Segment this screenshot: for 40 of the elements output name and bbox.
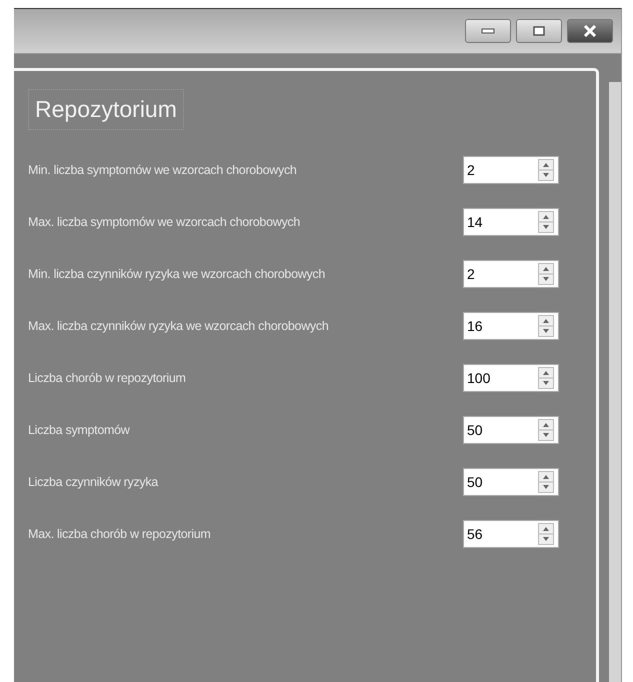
spin-arrows-icon[interactable] <box>538 367 554 389</box>
number-spinner[interactable]: 56 <box>463 520 559 548</box>
number-spinner[interactable]: 50 <box>463 416 559 444</box>
field-label: Liczba czynników ryzyka <box>28 475 160 489</box>
spin-arrows-icon[interactable] <box>538 211 554 233</box>
field-label: Max. liczba czynników ryzyka we wzorcach chorobowych <box>28 319 330 333</box>
minimize-icon <box>481 28 495 34</box>
field-label: Min. liczba czynników ryzyka we wzorcach chorobowych <box>28 267 326 281</box>
maximize-icon <box>533 26 545 36</box>
spinner-value: 56 <box>466 526 484 542</box>
group-title: Repozytorium <box>28 89 184 130</box>
spinner-value: 50 <box>466 422 484 438</box>
number-spinner[interactable]: 16 <box>463 312 559 340</box>
field-label: Min. liczba symptomów we wzorcach chorobowych <box>28 163 298 177</box>
spinner-value: 14 <box>466 214 484 230</box>
close-button[interactable] <box>567 19 613 43</box>
number-spinner[interactable]: 2 <box>463 156 559 184</box>
spin-arrows-icon[interactable] <box>538 159 554 181</box>
minimize-button[interactable] <box>465 19 511 43</box>
field-label: Liczba chorób w repozytorium <box>28 371 187 385</box>
spinner-value: 16 <box>466 318 484 334</box>
maximize-button[interactable] <box>516 19 562 43</box>
number-spinner[interactable]: 14 <box>463 208 559 236</box>
scroll-bar[interactable] <box>609 82 621 682</box>
field-label: Liczba symptomów <box>28 423 131 437</box>
spinner-value: 100 <box>466 370 492 386</box>
number-spinner[interactable]: 50 <box>463 468 559 496</box>
field-label: Max. liczba chorób w repozytorium <box>28 527 212 541</box>
spinner-value: 50 <box>466 474 484 490</box>
spin-arrows-icon[interactable] <box>538 263 554 285</box>
spin-arrows-icon[interactable] <box>538 419 554 441</box>
spin-arrows-icon[interactable] <box>538 315 554 337</box>
number-spinner[interactable]: 100 <box>463 364 559 392</box>
spin-arrows-icon[interactable] <box>538 523 554 545</box>
spinner-value: 2 <box>466 162 476 178</box>
field-label: Max. liczba symptomów we wzorcach chorobowych <box>28 215 302 229</box>
spinner-value: 2 <box>466 266 476 282</box>
number-spinner[interactable]: 2 <box>463 260 559 288</box>
close-icon <box>583 25 597 37</box>
spin-arrows-icon[interactable] <box>538 471 554 493</box>
